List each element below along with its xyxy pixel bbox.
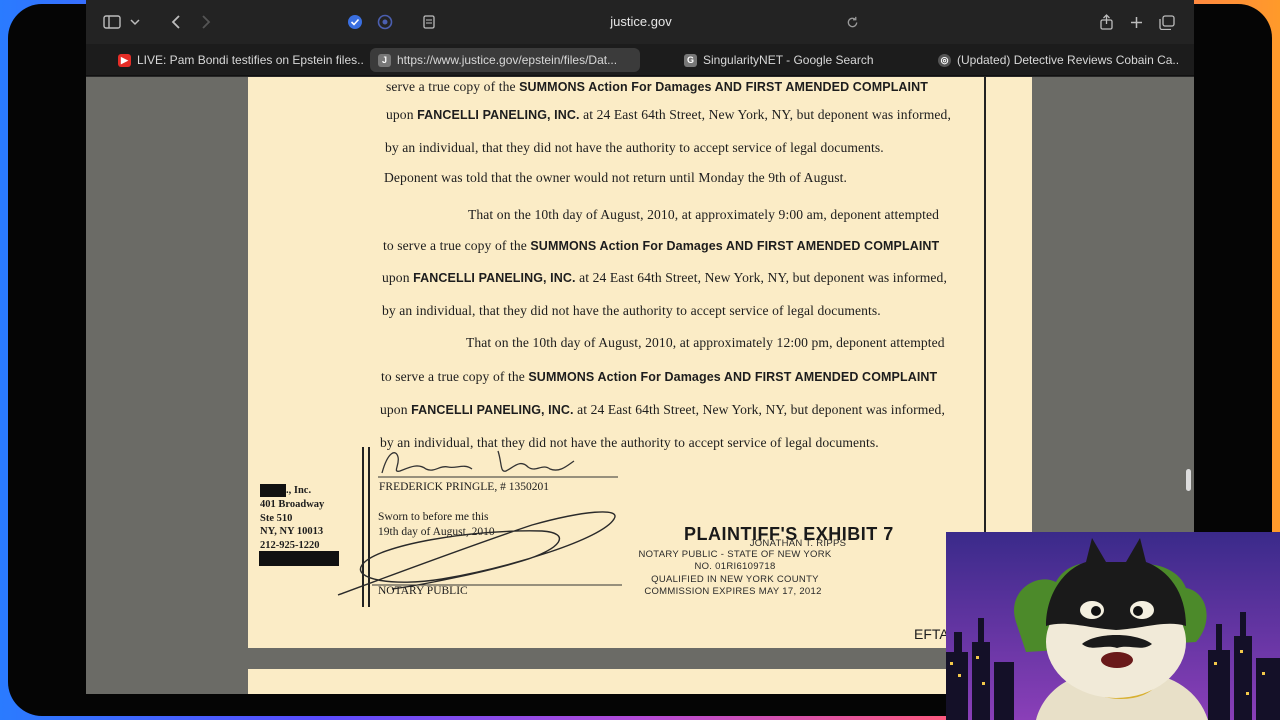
shield-check-icon[interactable] bbox=[346, 10, 364, 34]
extension-icon[interactable] bbox=[376, 10, 394, 34]
redaction-block bbox=[260, 484, 286, 497]
doc-line: Deponent was told that the owner would n… bbox=[384, 170, 848, 185]
globe-icon: ◎ bbox=[938, 53, 951, 67]
doc-line: to serve a true copy of the SUMMONS Acti… bbox=[381, 369, 938, 384]
new-tab-icon[interactable] bbox=[1128, 10, 1144, 34]
signature-image bbox=[378, 450, 618, 478]
back-icon[interactable] bbox=[168, 10, 184, 34]
document-page: serve a true copy of the SUMMONS Action … bbox=[248, 77, 1032, 648]
company-address: 401 Broadway bbox=[260, 499, 325, 510]
j-favicon: J bbox=[378, 53, 391, 67]
notary-label: NOTARY PUBLIC bbox=[378, 585, 468, 597]
doc-line: serve a true copy of the SUMMONS Action … bbox=[386, 79, 928, 94]
tab-justice-gov[interactable]: J https://www.justice.gov/epstein/files/… bbox=[370, 48, 640, 72]
address-bar[interactable]: justice.gov bbox=[506, 10, 776, 34]
doc-line: upon FANCELLI PANELING, INC. at 24 East … bbox=[380, 402, 945, 417]
notary-stamp-state: NOTARY PUBLIC - STATE OF NEW YORK bbox=[638, 549, 832, 560]
doc-line: by an individual, that they did not have… bbox=[382, 303, 881, 318]
forward-icon[interactable] bbox=[198, 10, 214, 34]
notary-stamp-number: NO. 01RI6109718 bbox=[694, 561, 776, 572]
notary-stamp-expires: COMMISSION EXPIRES MAY 17, 2012 bbox=[644, 586, 822, 597]
company-phone: 212-925-1220 bbox=[260, 540, 320, 551]
company-suite: Ste 510 bbox=[260, 513, 293, 524]
chevron-down-icon[interactable] bbox=[128, 10, 142, 34]
tab-label: LIVE: Pam Bondi testifies on Epstein fil… bbox=[137, 53, 363, 67]
notary-signature-image bbox=[337, 511, 622, 596]
tab-label: (Updated) Detective Reviews Cobain Ca... bbox=[957, 53, 1178, 67]
tab-label: https://www.justice.gov/epstein/files/Da… bbox=[397, 53, 618, 67]
youtube-icon: ▶ bbox=[118, 53, 131, 67]
g-favicon: G bbox=[684, 53, 697, 67]
reader-icon[interactable] bbox=[421, 10, 437, 34]
redaction-block bbox=[259, 551, 339, 566]
doc-line: That on the 10th day of August, 2010, at… bbox=[466, 335, 945, 350]
tab-bar: ▶ LIVE: Pam Bondi testifies on Epstein f… bbox=[86, 44, 1194, 76]
doc-line: by an individual, that they did not have… bbox=[385, 140, 884, 155]
doc-line: to serve a true copy of the SUMMONS Acti… bbox=[383, 238, 940, 253]
browser-toolbar: justice.gov bbox=[86, 0, 1194, 44]
reload-icon[interactable] bbox=[844, 10, 860, 34]
tab-cobain[interactable]: ◎ (Updated) Detective Reviews Cobain Ca.… bbox=[938, 48, 1178, 72]
tab-label: SingularityNET - Google Search bbox=[703, 53, 874, 67]
company-suffix: ., Inc. bbox=[286, 485, 312, 496]
doc-line: That on the 10th day of August, 2010, at… bbox=[468, 207, 940, 222]
share-icon[interactable] bbox=[1098, 10, 1114, 34]
next-page bbox=[248, 669, 1032, 694]
streamer-avatar bbox=[946, 532, 1280, 720]
tab-pam-bondi[interactable]: ▶ LIVE: Pam Bondi testifies on Epstein f… bbox=[118, 48, 363, 72]
right-margin-line bbox=[984, 77, 986, 537]
tab-singularitynet[interactable]: G SingularityNET - Google Search bbox=[684, 48, 884, 72]
scrollbar-thumb[interactable] bbox=[1186, 469, 1191, 491]
notary-stamp-county: QUALIFIED IN NEW YORK COUNTY bbox=[651, 574, 819, 585]
signer-name: FREDERICK PRINGLE, # 1350201 bbox=[379, 481, 549, 493]
doc-line: upon FANCELLI PANELING, INC. at 24 East … bbox=[382, 270, 947, 285]
bates-number: EFTA bbox=[914, 626, 949, 642]
company-city: NY, NY 10013 bbox=[260, 526, 324, 537]
doc-line: upon FANCELLI PANELING, INC. at 24 East … bbox=[386, 107, 951, 122]
sidebar-toggle-icon[interactable] bbox=[102, 10, 122, 34]
notary-stamp-name: JONATHAN T. RIPPS bbox=[749, 538, 847, 549]
tab-overview-icon[interactable] bbox=[1158, 10, 1176, 34]
